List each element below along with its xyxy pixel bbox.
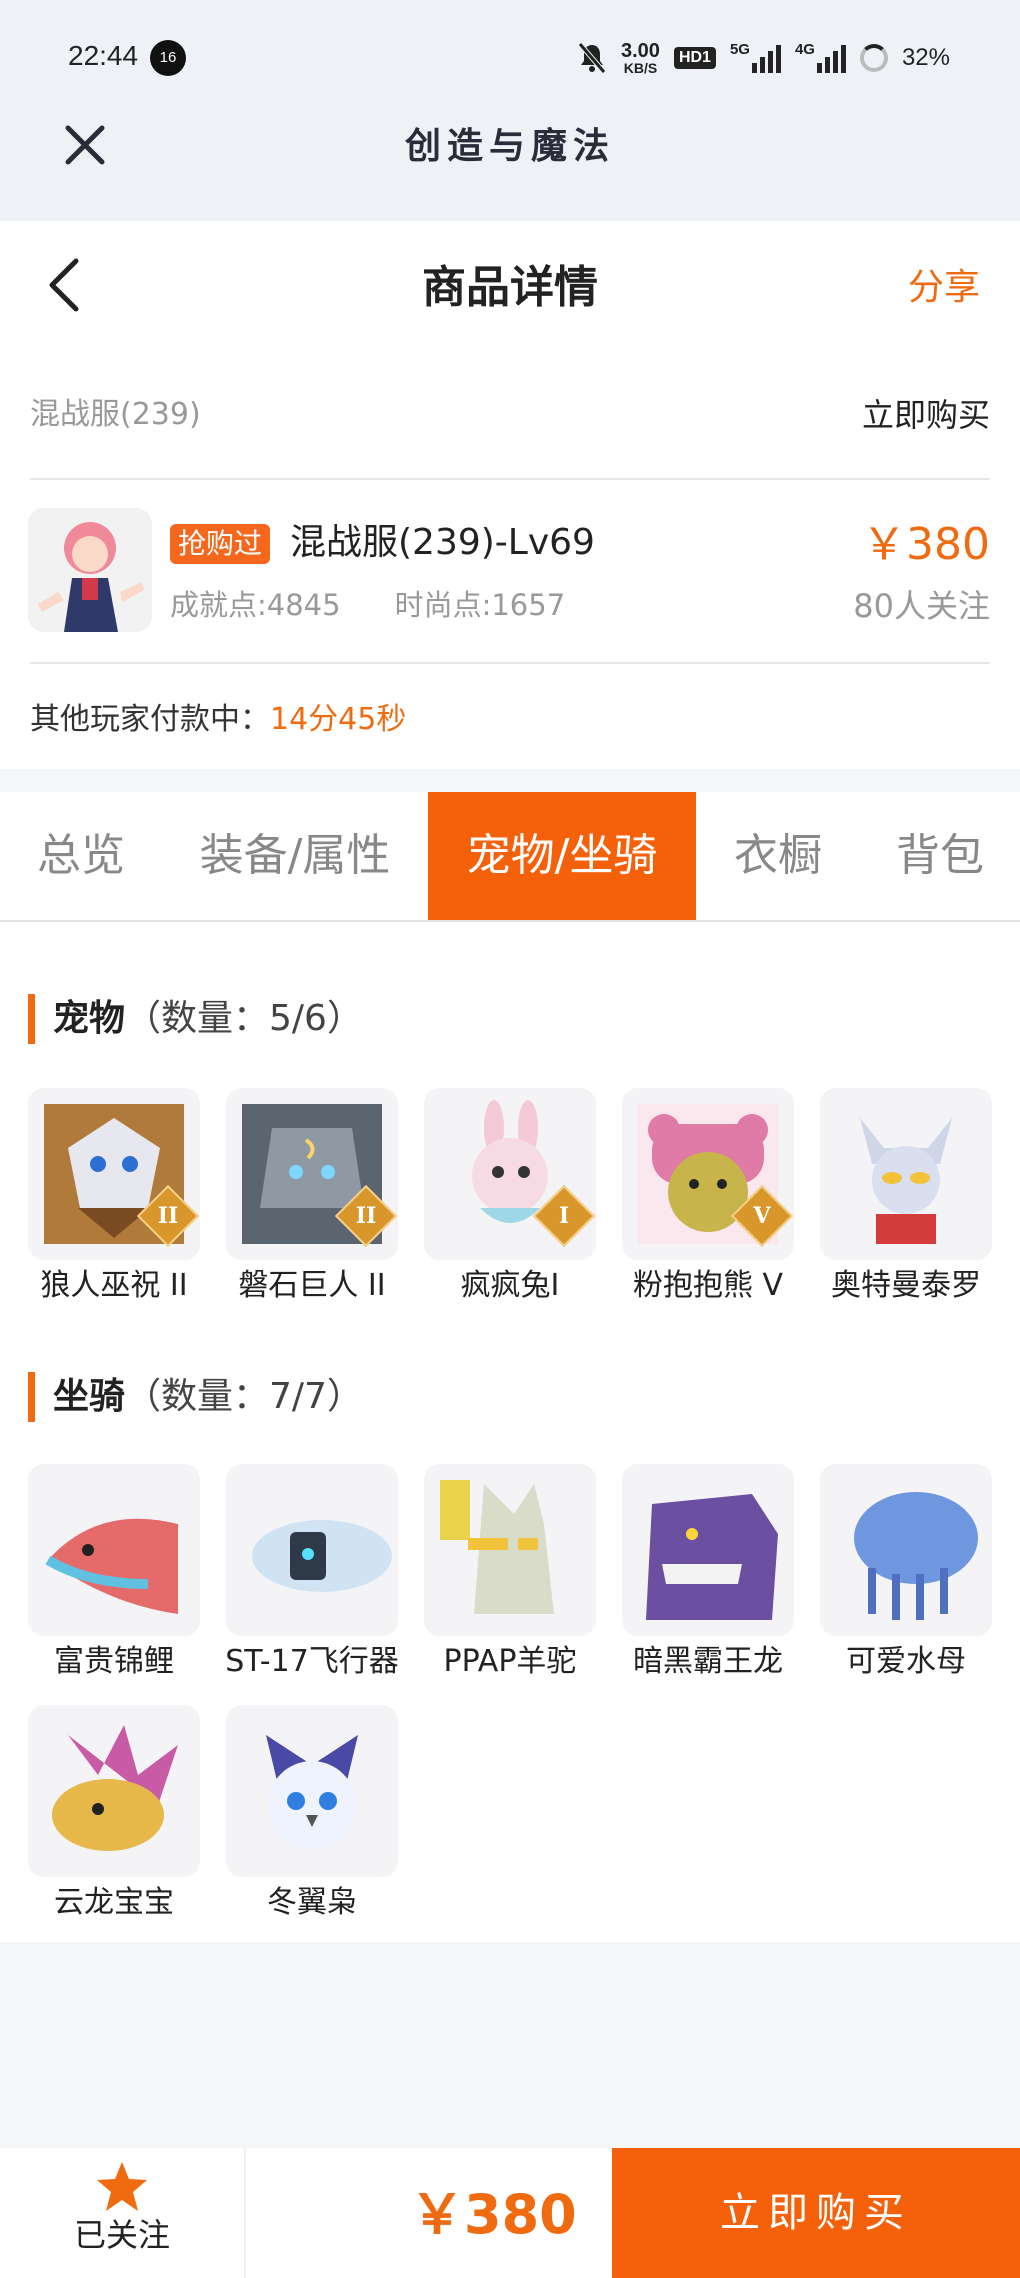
buy-now-button[interactable]: 立即购买: [612, 2148, 1020, 2278]
signal-5g-icon: 5G: [729, 40, 781, 73]
mount-image: [252, 1520, 392, 1592]
page-title: 商品详情: [422, 262, 598, 313]
signal-5g-label: 5G: [729, 40, 750, 58]
pet-thumbnail: II: [28, 1088, 200, 1260]
pet-item[interactable]: 奥特曼泰罗: [820, 1088, 992, 1308]
pet-item[interactable]: II 狼人巫祝 II: [28, 1088, 200, 1308]
pet-name: 粉抱抱熊 V: [632, 1268, 784, 1303]
pet-name: 磐石巨人 II: [238, 1268, 386, 1303]
pet-item[interactable]: V 粉抱抱熊 V: [622, 1088, 794, 1308]
tab-wardrobe[interactable]: 衣橱: [708, 792, 848, 920]
server-name: 混战服(239): [30, 397, 201, 432]
mounts-section-title: 坐骑（数量：7/7）: [28, 1372, 363, 1422]
notification-count-badge: 16: [150, 40, 186, 76]
share-button[interactable]: 分享: [908, 262, 980, 314]
status-icons: 3.00 KB/S HD1 5G 4G 32%: [577, 35, 950, 80]
mount-thumbnail: [28, 1705, 200, 1877]
tab-equipment[interactable]: 装备/属性: [180, 792, 410, 920]
tab-bar: 总览 装备/属性 宠物/坐骑 衣橱 背包: [0, 792, 1020, 922]
mute-bell-icon: [578, 41, 606, 74]
mount-item[interactable]: 可爱水母: [820, 1464, 992, 1684]
account-stats: 成就点:4845 时尚点:1657: [170, 585, 565, 625]
mount-image: [45, 1518, 178, 1614]
listing-price: ￥380: [862, 519, 990, 570]
pet-thumbnail: I: [424, 1088, 596, 1260]
battery-icon: [859, 43, 888, 72]
mount-thumbnail: [226, 1464, 398, 1636]
mount-item[interactable]: 暗黑霸王龙: [622, 1464, 794, 1684]
pet-image: [860, 1118, 952, 1244]
paying-timer: 14分45秒: [270, 702, 407, 737]
pets-title: 宠物: [53, 998, 126, 1039]
follower-count: 80人关注: [853, 587, 990, 625]
pet-name: 疯疯兔I: [460, 1268, 560, 1303]
mount-image: [52, 1725, 178, 1851]
pet-thumbnail: V: [622, 1088, 794, 1260]
mount-item[interactable]: PPAP羊驼: [424, 1464, 596, 1684]
mount-name: 暗黑霸王龙: [633, 1644, 783, 1679]
mount-thumbnail: [820, 1464, 992, 1636]
star-icon[interactable]: [95, 2160, 149, 2214]
mount-thumbnail: [28, 1464, 200, 1636]
mount-name: 富贵锦鲤: [54, 1644, 174, 1679]
network-speed: 3.00 KB/S: [621, 41, 660, 75]
mount-thumbnail: [226, 1705, 398, 1877]
pet-name: 狼人巫祝 II: [40, 1268, 188, 1303]
network-speed-value: 3.00: [621, 39, 660, 62]
mount-thumbnail: [622, 1464, 794, 1636]
paying-label: 其他玩家付款中：: [30, 702, 270, 737]
bottom-price: ￥380: [410, 2183, 577, 2246]
mount-image: [646, 1494, 778, 1620]
mount-name: PPAP羊驼: [443, 1644, 577, 1679]
mount-item[interactable]: 富贵锦鲤: [28, 1464, 200, 1684]
tab-backpack[interactable]: 背包: [870, 792, 1010, 920]
pet-thumbnail: [820, 1088, 992, 1260]
mounts-count: （数量：7/7）: [125, 1376, 363, 1417]
other-player-paying: 其他玩家付款中：14分45秒: [30, 700, 406, 740]
pet-thumbnail: II: [226, 1088, 398, 1260]
mount-item[interactable]: 云龙宝宝: [28, 1705, 200, 1925]
mount-item[interactable]: 冬翼枭: [226, 1705, 398, 1925]
divider: [30, 478, 990, 480]
mount-image: [440, 1480, 554, 1614]
flash-sale-tag: 抢购过: [170, 524, 271, 564]
pet-item[interactable]: I 疯疯兔I: [424, 1088, 596, 1308]
network-speed-unit: KB/S: [623, 59, 658, 76]
hd-icon: HD1: [673, 46, 716, 69]
fashion-points: 时尚点:1657: [394, 588, 566, 622]
mount-thumbnail: [424, 1464, 596, 1636]
signal-4g-label: 4G: [794, 40, 815, 58]
character-avatar: [28, 508, 152, 632]
mount-item[interactable]: ST-17飞行器: [225, 1464, 399, 1684]
achievement-points: 成就点:4845: [170, 588, 341, 622]
app-title: 创造与魔法: [404, 125, 615, 167]
character-avatar-image: [28, 508, 152, 632]
follow-label[interactable]: 已关注: [0, 2212, 244, 2258]
buy-now-link[interactable]: 立即购买: [862, 395, 990, 435]
tab-pets-mounts[interactable]: 宠物/坐骑: [428, 792, 696, 920]
mount-image: [266, 1735, 358, 1849]
tab-overview[interactable]: 总览: [0, 792, 162, 920]
battery-level: 32%: [901, 43, 950, 71]
mount-name: 可爱水母: [846, 1644, 966, 1679]
pets-count: （数量：5/6）: [125, 998, 363, 1039]
mount-name: ST-17飞行器: [225, 1644, 399, 1679]
pet-name: 奥特曼泰罗: [831, 1268, 981, 1303]
pet-item[interactable]: II 磐石巨人 II: [226, 1088, 398, 1308]
mounts-title: 坐骑: [53, 1376, 126, 1417]
status-time: 22:44: [68, 40, 139, 71]
mount-image: [854, 1492, 978, 1620]
signal-4g-icon: 4G: [794, 40, 846, 73]
mount-name: 云龙宝宝: [54, 1885, 174, 1920]
pets-section-title: 宠物（数量：5/6）: [28, 994, 363, 1044]
divider: [30, 662, 990, 664]
mount-name: 冬翼枭: [267, 1885, 357, 1920]
account-name: 混战服(239)-Lv69: [290, 522, 595, 563]
